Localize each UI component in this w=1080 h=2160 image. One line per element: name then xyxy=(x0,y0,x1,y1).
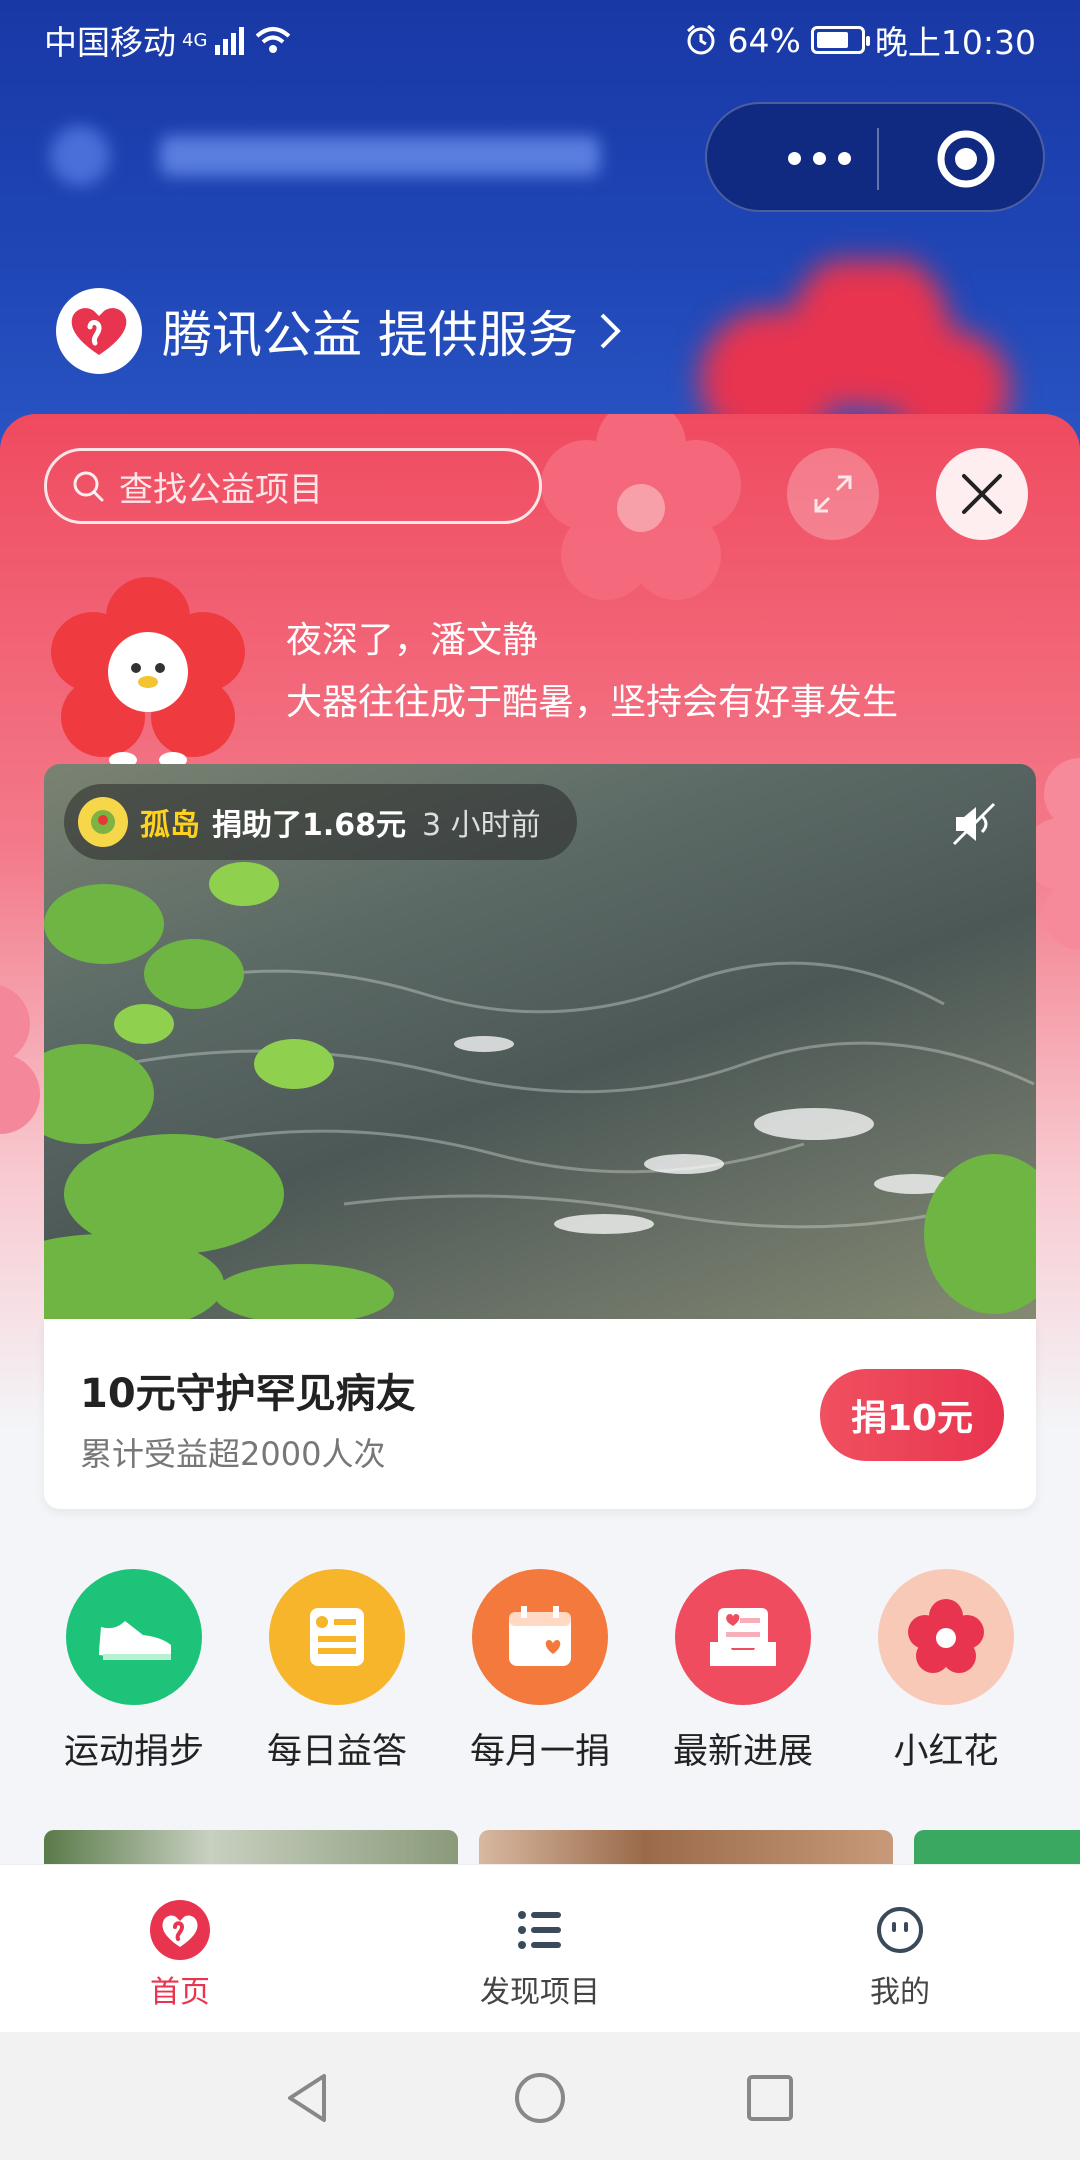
project-title: 10元守护罕见病友 xyxy=(80,1371,416,1417)
feature-label: 运动捐步 xyxy=(63,1732,204,1772)
home-heart-icon xyxy=(150,1900,210,1960)
tab-home[interactable]: 首页 xyxy=(80,1899,280,2011)
mute-icon[interactable] xyxy=(948,798,1000,850)
carrier-label: 中国移动 xyxy=(44,23,176,62)
feature-label: 每日益答 xyxy=(266,1732,407,1772)
donate-button[interactable]: 捐10元 xyxy=(820,1369,1004,1461)
feature-progress[interactable]: 最新进展 xyxy=(643,1569,843,1774)
donor-name: 孤岛 xyxy=(140,808,200,843)
feature-grid: 运动捐步 每日益答 每月一捐 最新进展 小红花 xyxy=(0,1569,1080,1772)
decorative-flower xyxy=(541,414,741,600)
project-card[interactable]: 10元守护罕见病友 累计受益超2000人次 捐10元 xyxy=(44,1319,1036,1509)
provider-text: 腾讯公益 提供服务 xyxy=(162,306,578,364)
tencent-charity-logo xyxy=(56,288,142,374)
feature-quiz[interactable]: 每日益答 xyxy=(237,1569,437,1774)
project-subtitle: 累计受益超2000人次 xyxy=(80,1435,386,1473)
system-nav-bar xyxy=(0,2032,1080,2160)
close-icon xyxy=(962,474,1002,514)
greeting-line-2: 大器往往成于酷暑，坚持会有好事发生 xyxy=(286,682,899,723)
back-icon[interactable] xyxy=(278,2068,338,2128)
miniprogram-capsule xyxy=(705,102,1045,212)
network-type: 4G xyxy=(182,29,208,51)
tab-mine[interactable]: 我的 xyxy=(800,1899,1000,2011)
feature-label: 小红花 xyxy=(893,1732,999,1772)
blurred-title xyxy=(50,120,600,190)
search-placeholder: 查找公益项目 xyxy=(119,469,323,510)
chevron-right-icon xyxy=(600,313,621,349)
quiz-card-icon xyxy=(310,1608,364,1666)
close-miniprogram-icon[interactable] xyxy=(935,128,997,190)
expand-icon xyxy=(814,475,852,513)
tab-label: 我的 xyxy=(870,1975,930,2010)
clock: 晚上10:30 xyxy=(874,23,1036,62)
list-icon xyxy=(518,1911,561,1949)
close-button[interactable] xyxy=(936,448,1028,540)
search-icon xyxy=(73,471,104,502)
status-bar: 中国移动 4G 64% 晚上10:30 xyxy=(0,0,1080,74)
recents-icon[interactable] xyxy=(740,2068,800,2128)
feature-little-flower[interactable]: 小红花 xyxy=(846,1569,1046,1774)
tab-discover[interactable]: 发现项目 xyxy=(440,1899,640,2011)
donor-avatar xyxy=(78,797,128,847)
home-icon[interactable] xyxy=(510,2068,570,2128)
battery-percent: 64% xyxy=(727,20,801,60)
donation-amount: 捐助了1.68元 xyxy=(212,808,407,843)
alarm-icon xyxy=(686,24,715,55)
donation-ticker: 孤岛 捐助了1.68元 3 小时前 xyxy=(64,784,577,860)
feature-steps[interactable]: 运动捐步 xyxy=(34,1569,234,1774)
feature-monthly[interactable]: 每月一捐 xyxy=(440,1569,640,1774)
search-input[interactable]: 查找公益项目 xyxy=(44,448,542,524)
inbox-heart-icon xyxy=(710,1608,776,1666)
battery-icon xyxy=(810,26,870,54)
more-button[interactable] xyxy=(759,138,879,178)
tab-bar: 首页 发现项目 我的 xyxy=(0,1864,1080,2033)
red-flower-icon xyxy=(908,1599,984,1673)
tab-label: 发现项目 xyxy=(480,1975,600,2010)
donation-time: 3 小时前 xyxy=(422,808,541,843)
greeting-line-1: 夜深了，潘文静 xyxy=(286,620,539,661)
tab-label: 首页 xyxy=(150,1975,210,2010)
project-thumbnail[interactable] xyxy=(44,1830,458,1864)
charity-panel: 查找公益项目 夜深了，潘文静 大器往往成于酷暑，坚持会有好事发生 孤岛 捐助了1… xyxy=(0,414,1080,1864)
feature-label: 最新进展 xyxy=(672,1732,813,1772)
signal-icon xyxy=(215,27,245,55)
project-thumbnail[interactable] xyxy=(914,1830,1080,1864)
project-thumbnails xyxy=(0,1830,1080,1864)
project-video[interactable]: 孤岛 捐助了1.68元 3 小时前 xyxy=(44,764,1036,1319)
flower-mascot xyxy=(51,577,245,768)
decorative-flower xyxy=(0,985,40,1134)
feature-label: 每月一捐 xyxy=(469,1732,610,1772)
sneaker-icon xyxy=(99,1621,171,1660)
project-thumbnail[interactable] xyxy=(479,1830,893,1864)
expand-button[interactable] xyxy=(787,448,879,540)
greeting: 夜深了，潘文静 大器往往成于酷暑，坚持会有好事发生 xyxy=(286,610,898,734)
wifi-icon xyxy=(256,27,291,53)
provider-link[interactable]: 腾讯公益 提供服务 xyxy=(56,288,622,374)
calendar-heart-icon xyxy=(509,1606,571,1666)
smiley-icon xyxy=(877,1907,923,1953)
